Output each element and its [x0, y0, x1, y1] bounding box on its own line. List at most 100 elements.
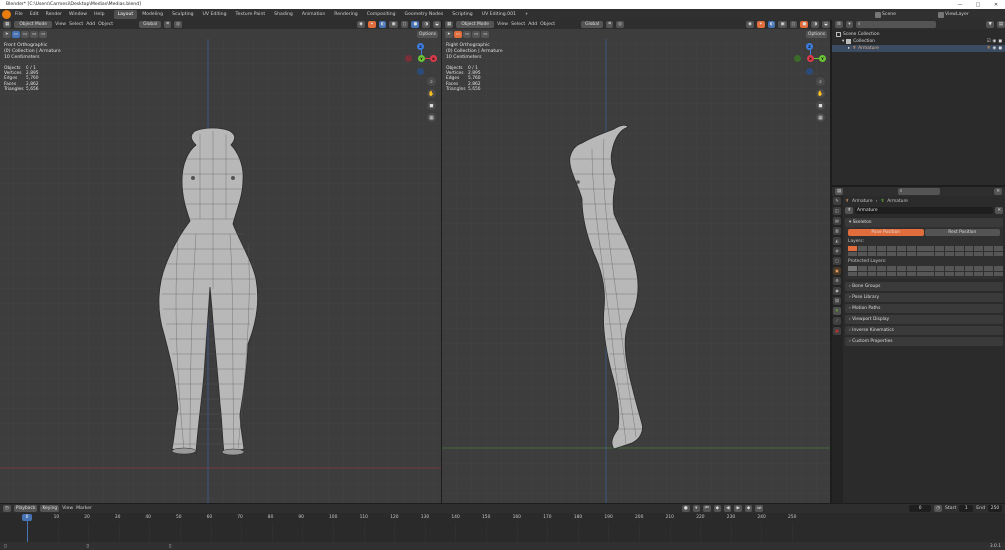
gizmo-z-axis[interactable]: Z [806, 43, 813, 50]
play-icon[interactable]: ▶ [734, 505, 742, 512]
shading-material-icon[interactable]: ◑ [422, 21, 431, 28]
tab-modeling[interactable]: Modeling [138, 10, 167, 19]
gizmo-y-axis[interactable]: Y [418, 55, 425, 62]
zoom-icon[interactable]: ⌕ [816, 77, 825, 86]
select-extend-icon[interactable]: ▭ [20, 30, 29, 38]
tab-geometry-nodes[interactable]: Geometry Nodes [401, 10, 448, 19]
eye-icon[interactable]: ◉ [993, 46, 997, 51]
gizmo-neg-z[interactable] [806, 68, 813, 75]
editor-type-button[interactable]: ☰ [835, 21, 843, 28]
gizmo-z-axis[interactable]: Z [417, 43, 424, 50]
auto-key-icon[interactable]: ▾ [692, 505, 700, 512]
physics-tab-icon[interactable]: ◉ [833, 287, 841, 295]
layers-grid[interactable] [848, 246, 1003, 256]
current-frame-field[interactable]: 0 [909, 505, 932, 512]
editor-type-button[interactable]: ▤ [835, 188, 844, 195]
select-subtract-icon[interactable]: ▭ [472, 30, 481, 38]
gizmo-neg-y[interactable] [794, 55, 801, 62]
xray-icon[interactable]: ▣ [389, 21, 398, 28]
datablock-browse-icon[interactable]: ♆ [845, 207, 853, 214]
options-button[interactable]: Options [806, 30, 827, 38]
grid-view-icon[interactable]: ▦ [427, 113, 436, 122]
pan-hand-icon[interactable]: ✋ [816, 89, 825, 98]
navigation-gizmo[interactable]: Z Y X [793, 42, 827, 76]
collection-tab-icon[interactable]: ▢ [833, 257, 841, 265]
scene-tab-icon[interactable]: ◭ [833, 237, 841, 245]
search-field[interactable]: ⌕ [897, 188, 940, 195]
view-layer-name[interactable]: ViewLayer [945, 12, 1005, 17]
object-tab-icon[interactable]: ▣ [833, 267, 841, 275]
snap-icon[interactable]: ⌗ [606, 21, 614, 28]
output-tab-icon[interactable]: ▤ [833, 217, 841, 225]
display-mode-button[interactable]: ▾ [845, 21, 853, 28]
tab-animation[interactable]: Animation [298, 10, 329, 19]
scene-name[interactable]: Scene [882, 12, 937, 17]
checkbox-icon[interactable]: ☑ [987, 39, 991, 44]
select-tool-icon[interactable]: ➤ [3, 30, 11, 38]
select-box-icon[interactable]: ▭ [453, 30, 462, 38]
playhead-frame[interactable]: 0 [22, 514, 32, 521]
camera-icon[interactable]: ◼ [427, 101, 436, 110]
gizmo-toggle-icon[interactable]: ✦ [756, 21, 765, 28]
proportional-icon[interactable]: ◎ [174, 21, 182, 28]
constraint-tab-icon[interactable]: ⛓ [833, 297, 841, 305]
eye-icon[interactable]: ◉ [993, 39, 997, 44]
view-menu[interactable]: View [62, 506, 73, 511]
visibility-icon[interactable]: ◉ [746, 21, 754, 28]
preview-range-icon[interactable]: ◷ [934, 505, 943, 512]
next-keyframe-icon[interactable]: ◆ [744, 505, 753, 512]
view-layer-tab-icon[interactable]: ▥ [833, 227, 841, 235]
filter-icon[interactable]: ▼ [986, 21, 994, 28]
shading-material-icon[interactable]: ◑ [811, 21, 820, 28]
pan-hand-icon[interactable]: ✋ [427, 89, 436, 98]
maximize-button[interactable]: □ [969, 2, 987, 8]
menu-object[interactable]: Object [98, 22, 113, 27]
tab-uv-editing[interactable]: UV Editing [199, 10, 231, 19]
record-icon[interactable]: ● [681, 505, 690, 512]
gizmo-toggle-icon[interactable]: ✦ [367, 21, 376, 28]
expand-icon[interactable]: ▸ [848, 46, 850, 51]
fake-user-icon[interactable]: ✕ [995, 207, 1003, 214]
visibility-icon[interactable]: ◉ [357, 21, 365, 28]
editor-type-button[interactable]: ▦ [445, 21, 454, 28]
gizmo-y-axis[interactable]: Y [819, 55, 826, 62]
mode-select[interactable]: Object Mode [456, 21, 495, 28]
select-box-icon[interactable]: ▭ [11, 30, 20, 38]
menu-render[interactable]: Render [43, 9, 65, 20]
camera-icon[interactable]: ◼ [816, 101, 825, 110]
datablock-name-field[interactable]: Armature [854, 207, 994, 214]
end-frame-field[interactable]: 250 [988, 505, 1002, 512]
blender-logo-icon[interactable] [2, 10, 11, 19]
overlay-toggle-icon[interactable]: ◐ [767, 21, 776, 28]
menu-add[interactable]: Add [528, 22, 537, 27]
new-collection-icon[interactable]: ▤ [996, 21, 1005, 28]
timeline-ruler[interactable]: 0 10 20 30 40 50 60 70 80 90 100 110 120 130 140 150 16… [0, 513, 1005, 548]
pose-library-panel[interactable]: › Pose Library [845, 293, 1003, 302]
zoom-icon[interactable]: ⌕ [427, 77, 436, 86]
play-reverse-icon[interactable]: ◀ [724, 505, 732, 512]
expand-icon[interactable]: ▾ [842, 39, 844, 44]
snap-icon[interactable]: ⌗ [164, 21, 172, 28]
add-workspace-button[interactable]: + [521, 10, 533, 19]
gizmo-neg-z[interactable] [417, 68, 424, 75]
jump-end-icon[interactable]: ⏭ [755, 505, 764, 512]
gizmo-x-axis[interactable]: X [807, 55, 814, 62]
tab-sculpting[interactable]: Sculpting [168, 10, 197, 19]
pose-position-button[interactable]: Pose Position [848, 229, 924, 236]
shading-wire-icon[interactable]: ○ [400, 21, 409, 28]
jump-start-icon[interactable]: ⏮ [702, 505, 711, 512]
editor-type-button[interactable]: ◷ [3, 505, 11, 512]
xray-icon[interactable]: ▣ [778, 21, 787, 28]
navigation-gizmo[interactable]: Z X Y [404, 42, 438, 76]
menu-file[interactable]: File [12, 9, 26, 20]
outliner-armature[interactable]: ▸ ♆ Armature ♆ ◉ ◼ [832, 45, 1005, 52]
editor-type-button[interactable]: ▦ [3, 21, 12, 28]
menu-view[interactable]: View [55, 22, 66, 27]
tab-rendering[interactable]: Rendering [330, 10, 361, 19]
tab-compositing[interactable]: Compositing [363, 10, 400, 19]
select-invert-icon[interactable]: ▭ [481, 30, 490, 38]
mode-select[interactable]: Object Mode [14, 21, 53, 28]
bone-tab-icon[interactable]: ⟋ [833, 317, 841, 325]
camera-render-icon[interactable]: ◼ [998, 46, 1002, 51]
orientation-select[interactable]: Global [139, 21, 162, 28]
